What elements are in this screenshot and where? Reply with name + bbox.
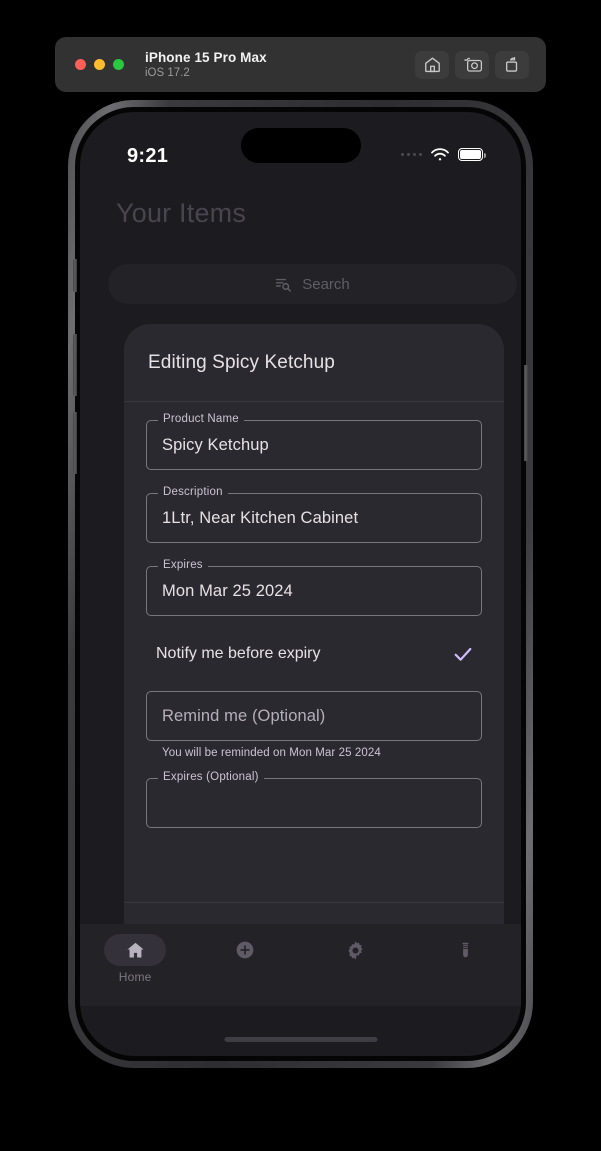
nav-item-add[interactable] (190, 924, 300, 966)
expires-label: Expires (158, 559, 208, 571)
description-label: Description (158, 486, 228, 498)
expires-value: Mon Mar 25 2024 (162, 581, 293, 600)
simulator-device-info: iPhone 15 Pro Max iOS 17.2 (145, 50, 267, 79)
expires-optional-field[interactable]: Expires (Optional) (146, 771, 482, 828)
remind-me-placeholder: Remind me (Optional) (162, 706, 326, 725)
product-name-box[interactable]: Spicy Ketchup (146, 420, 482, 470)
expires-optional-box[interactable] (146, 778, 482, 828)
edit-item-dialog: Editing Spicy Ketchup Product Name Spicy… (124, 324, 504, 1002)
description-field[interactable]: Description 1Ltr, Near Kitchen Cabinet (146, 486, 482, 543)
app-content: Your Items Search Editing Spicy Ketchup … (80, 112, 521, 1056)
phone-bezel: 9:21 Your Items Search Editing Spicy Ket… (73, 107, 528, 1061)
remind-me-field[interactable]: Remind me (Optional) (146, 691, 482, 741)
expires-optional-label: Expires (Optional) (158, 771, 264, 783)
nav-testtube-pill (435, 934, 497, 966)
notify-label: Notify me before expiry (156, 645, 321, 662)
window-traffic-lights (75, 59, 124, 70)
minimize-window-button[interactable] (94, 59, 105, 70)
nav-item-testtube[interactable] (411, 924, 521, 966)
remind-me-box[interactable]: Remind me (Optional) (146, 691, 482, 741)
home-icon (424, 57, 440, 73)
dialog-title: Editing Spicy Ketchup (148, 351, 335, 373)
volume-up-button[interactable] (73, 334, 77, 396)
phone-screen: 9:21 Your Items Search Editing Spicy Ket… (80, 112, 521, 1056)
expires-field[interactable]: Expires Mon Mar 25 2024 (146, 559, 482, 616)
check-icon (454, 647, 472, 661)
simulator-os-version: iOS 17.2 (145, 67, 190, 79)
rotate-icon (506, 56, 518, 72)
remind-me-helper-text: You will be reminded on Mon Mar 25 2024 (162, 747, 381, 759)
camera-icon (463, 57, 482, 72)
status-bar-clock: 9:21 (127, 145, 169, 167)
battery-full-icon (458, 148, 486, 161)
nav-home-label: Home (118, 970, 152, 984)
bottom-navigation-bar: Home (80, 924, 521, 1006)
description-value: 1Ltr, Near Kitchen Cabinet (162, 508, 359, 527)
close-window-button[interactable] (75, 59, 86, 70)
home-indicator (224, 1037, 377, 1042)
manage-search-icon (276, 278, 292, 292)
nav-add-pill (214, 934, 276, 966)
search-placeholder: Search (302, 275, 350, 293)
simulator-home-button[interactable] (415, 50, 449, 79)
dialog-form: Product Name Spicy Ketchup Description 1… (124, 402, 504, 902)
gear-icon (348, 940, 363, 960)
add-circle-icon (237, 941, 254, 959)
power-button[interactable] (524, 365, 528, 461)
ios-status-bar: 9:21 (80, 112, 521, 174)
page-title: Your Items (116, 198, 247, 228)
cellular-dots-icon (400, 152, 422, 157)
home-icon (127, 942, 144, 957)
simulator-titlebar: iPhone 15 Pro Max iOS 17.2 (55, 37, 546, 92)
product-name-value: Spicy Ketchup (162, 435, 269, 454)
screenshot-root: iPhone 15 Pro Max iOS 17.2 9:21 Your Ite… (0, 0, 601, 1151)
nav-home-pill (104, 934, 167, 966)
dialog-header: Editing Spicy Ketchup (124, 324, 504, 402)
nav-item-settings[interactable] (301, 924, 411, 966)
notify-before-expiry-checkbox[interactable]: Notify me before expiry (146, 639, 482, 669)
simulator-toolbar-actions (415, 50, 529, 79)
nav-settings-pill (325, 934, 387, 966)
wifi-icon (431, 148, 449, 161)
phone-frame: 9:21 Your Items Search Editing Spicy Ket… (68, 100, 533, 1068)
simulator-device-name: iPhone 15 Pro Max (145, 50, 267, 65)
product-name-field[interactable]: Product Name Spicy Ketchup (146, 413, 482, 470)
dynamic-island (240, 128, 361, 163)
nav-item-home[interactable]: Home (80, 924, 190, 984)
volume-down-button[interactable] (73, 412, 77, 474)
status-bar-indicators (400, 147, 486, 162)
search-input[interactable]: Search (108, 264, 517, 304)
maximize-window-button[interactable] (113, 59, 124, 70)
expires-box[interactable]: Mon Mar 25 2024 (146, 566, 482, 616)
simulator-screenshot-button[interactable] (455, 50, 489, 79)
simulator-rotate-button[interactable] (495, 50, 529, 79)
mute-switch[interactable] (73, 259, 77, 292)
description-box[interactable]: 1Ltr, Near Kitchen Cabinet (146, 493, 482, 543)
test-tube-icon (462, 942, 469, 957)
product-name-label: Product Name (158, 413, 244, 425)
